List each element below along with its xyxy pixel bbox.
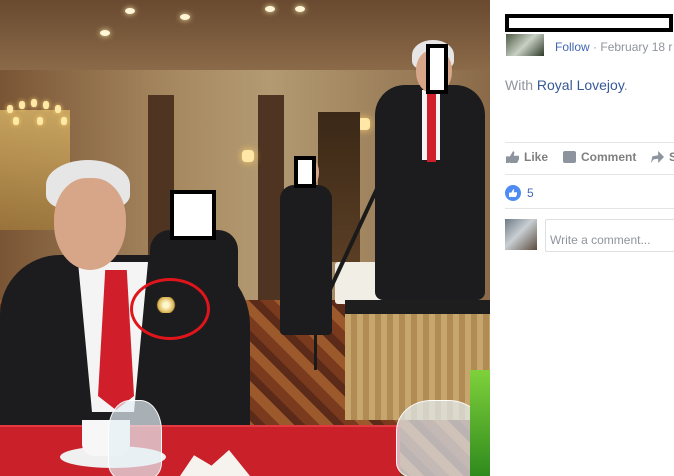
post-photo[interactable]	[0, 0, 490, 476]
comment-label: Comment	[581, 150, 637, 164]
share-label: S	[669, 150, 674, 164]
tagged-person-link[interactable]: Royal Lovejoy	[537, 77, 624, 93]
stage-edge	[345, 300, 490, 314]
wall-sconce	[242, 150, 254, 162]
comment-button[interactable]: Comment	[563, 150, 636, 164]
divider	[505, 208, 674, 209]
ceiling-light	[100, 30, 110, 36]
water-glass	[108, 400, 162, 476]
follow-link[interactable]: Follow	[555, 40, 590, 54]
divider	[505, 142, 674, 143]
caption-prefix: With	[505, 77, 537, 93]
post-caption: With Royal Lovejoy.	[505, 77, 628, 93]
ceiling-light	[180, 14, 190, 20]
commenter-avatar	[505, 219, 537, 250]
face-redaction	[426, 44, 448, 94]
face-redaction	[170, 190, 216, 240]
post-meta: Follow · February 18 r	[555, 40, 672, 54]
ceiling-light	[295, 6, 305, 12]
face-redaction	[294, 156, 316, 188]
reaction-count: 5	[527, 186, 534, 200]
caption-suffix: .	[623, 77, 628, 93]
ceiling-light	[125, 8, 135, 14]
comment-icon	[563, 151, 576, 163]
like-icon	[506, 151, 519, 163]
comment-input[interactable]	[545, 219, 674, 252]
green-decoration	[470, 370, 490, 476]
poster-name-redaction	[505, 14, 673, 32]
poster-avatar[interactable]	[506, 34, 544, 56]
share-icon	[651, 151, 664, 163]
like-icon	[505, 185, 521, 201]
like-button[interactable]: Like	[506, 150, 548, 164]
share-button[interactable]: S	[651, 150, 674, 164]
like-label: Like	[524, 150, 549, 164]
highlight-circle	[130, 278, 210, 340]
chandelier	[3, 95, 73, 135]
ceiling-light	[265, 6, 275, 12]
reaction-summary[interactable]: 5	[505, 185, 534, 201]
divider	[505, 174, 674, 175]
post-date[interactable]: February 18 r	[600, 40, 672, 54]
